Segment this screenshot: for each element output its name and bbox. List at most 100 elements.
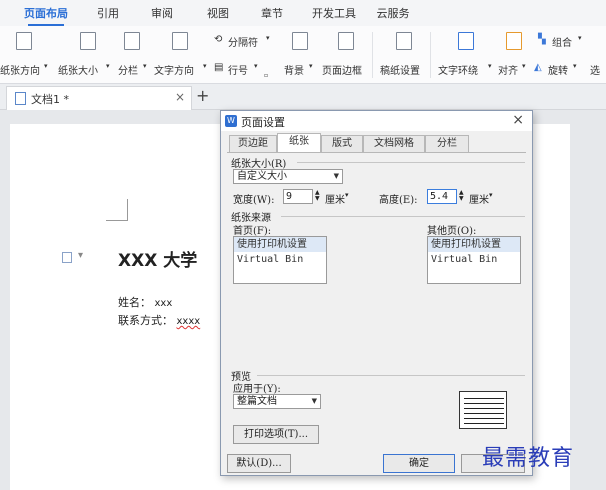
- page-setup-dialog: W 页面设置 × 页边距 纸张 版式 文档网格 分栏 纸张大小(R) 自定义大小…: [220, 110, 533, 476]
- list-item[interactable]: Virtual Bin: [234, 252, 326, 267]
- preview-line: [464, 398, 504, 399]
- tab-page-layout[interactable]: 页面布局: [20, 4, 72, 26]
- list-item[interactable]: 使用打印机设置: [428, 237, 520, 252]
- tab-cloud[interactable]: 云服务: [370, 4, 416, 24]
- chevron-down-icon: ▾: [573, 62, 577, 70]
- text-direction-icon[interactable]: [172, 32, 188, 50]
- manuscript-button[interactable]: 稿纸设置: [380, 62, 420, 77]
- chevron-down-icon[interactable]: ▾: [489, 191, 493, 199]
- tab-layout[interactable]: 版式: [321, 135, 363, 152]
- group-divider: [297, 162, 525, 163]
- ok-button[interactable]: 确定: [383, 454, 455, 473]
- contact-line: 联系方式： xxxx: [118, 312, 200, 328]
- first-page-label: 首页(F):: [233, 226, 272, 237]
- group-icon[interactable]: ▚: [538, 34, 546, 45]
- preview-line: [464, 418, 504, 419]
- dialog-title-bar[interactable]: W 页面设置 ×: [221, 111, 532, 131]
- chevron-down-icon: ▾: [254, 62, 258, 70]
- page-border-icon[interactable]: [338, 32, 354, 50]
- rotate-icon[interactable]: ◭: [534, 62, 542, 73]
- group-divider: [257, 375, 525, 376]
- tab-view[interactable]: 视图: [198, 4, 238, 24]
- first-page-list[interactable]: 使用打印机设置 Virtual Bin: [233, 236, 327, 284]
- columns-icon[interactable]: [124, 32, 140, 50]
- tab-margins[interactable]: 页边距: [229, 135, 277, 152]
- close-icon[interactable]: ×: [512, 112, 524, 128]
- dialog-launcher-icon[interactable]: ▫: [264, 72, 268, 79]
- rotate-button[interactable]: 旋转: [548, 62, 568, 77]
- text-direction-button[interactable]: 文字方向: [154, 62, 194, 77]
- align-icon[interactable]: [506, 32, 522, 50]
- line-number-button[interactable]: 行号: [228, 62, 248, 77]
- height-unit: 厘米: [469, 195, 489, 206]
- dialog-title: 页面设置: [241, 116, 285, 129]
- chevron-down-icon[interactable]: ▾: [266, 34, 270, 42]
- toolbar-divider: [430, 32, 431, 78]
- align-button[interactable]: 对齐: [498, 62, 518, 77]
- chevron-down-icon: ▾: [44, 62, 48, 70]
- apply-to-select[interactable]: 整篇文档 ▼: [233, 394, 321, 409]
- print-options-button[interactable]: 打印选项(T)...: [233, 425, 319, 444]
- tab-developer[interactable]: 开发工具: [306, 4, 362, 24]
- height-label: 高度(E):: [379, 195, 418, 206]
- tab-references[interactable]: 引用: [88, 4, 128, 24]
- tab-columns[interactable]: 分栏: [425, 135, 469, 152]
- close-icon[interactable]: ×: [175, 90, 185, 104]
- group-divider: [281, 216, 525, 217]
- app-logo-icon: W: [225, 115, 237, 127]
- chevron-down-icon[interactable]: ▾: [345, 191, 349, 199]
- text-wrap-icon[interactable]: [458, 32, 474, 50]
- preview-line: [464, 423, 504, 424]
- tab-review[interactable]: 审阅: [142, 4, 182, 24]
- chevron-down-icon: ▾: [522, 62, 526, 70]
- tab-chapter[interactable]: 章节: [252, 4, 292, 24]
- orientation-button[interactable]: 纸张方向: [0, 62, 40, 77]
- paper-size-button[interactable]: 纸张大小: [58, 62, 98, 77]
- apply-to-label: 应用于(Y):: [233, 384, 281, 395]
- chevron-down-icon: ▾: [143, 62, 147, 70]
- separator-button[interactable]: 分隔符: [228, 34, 258, 49]
- columns-button[interactable]: 分栏: [118, 62, 138, 77]
- chevron-down-icon: ▾: [488, 62, 492, 70]
- contact-label: 联系方式：: [118, 314, 173, 327]
- document-heading: XXX 大学: [118, 251, 198, 271]
- width-spinner-icon[interactable]: ▲ ▼: [315, 190, 323, 203]
- page-border-button[interactable]: 页面边框: [322, 62, 362, 77]
- paper-size-select[interactable]: 自定义大小 ▼: [233, 169, 343, 184]
- text-wrap-button[interactable]: 文字环绕: [438, 62, 478, 77]
- list-item[interactable]: Virtual Bin: [428, 252, 520, 267]
- chevron-down-icon[interactable]: ▾: [578, 34, 582, 42]
- chevron-down-icon: ▾: [309, 62, 313, 70]
- paragraph-handle-icon[interactable]: [62, 252, 72, 263]
- page-corner-mark: [106, 199, 128, 221]
- watermark-logo: 最需教育: [482, 446, 575, 471]
- background-icon[interactable]: [292, 32, 308, 50]
- height-spinner-icon[interactable]: ▲ ▼: [459, 190, 467, 203]
- chevron-down-icon[interactable]: ▾: [78, 250, 83, 261]
- background-button[interactable]: 背景: [284, 62, 304, 77]
- width-input[interactable]: 9: [283, 189, 313, 204]
- name-value: xxx: [154, 298, 173, 309]
- paper-size-value: 自定义大小: [237, 171, 287, 182]
- orientation-icon[interactable]: [16, 32, 32, 50]
- height-input[interactable]: 5.4: [427, 189, 457, 204]
- tab-doc-grid[interactable]: 文档网格: [363, 135, 425, 152]
- tab-paper[interactable]: 纸张: [277, 133, 321, 153]
- group-button[interactable]: 组合: [552, 34, 572, 49]
- new-tab-button[interactable]: +: [196, 86, 209, 105]
- preview-line: [464, 403, 504, 404]
- list-item[interactable]: 使用打印机设置: [234, 237, 326, 252]
- paper-size-icon[interactable]: [80, 32, 96, 50]
- other-pages-list[interactable]: 使用打印机设置 Virtual Bin: [427, 236, 521, 284]
- default-button[interactable]: 默认(D)...: [227, 454, 291, 473]
- apply-to-value: 整篇文档: [237, 396, 277, 407]
- chevron-down-icon: ▼: [333, 172, 339, 180]
- width-label: 宽度(W):: [233, 195, 275, 206]
- document-tab[interactable]: 文档1 * ×: [6, 86, 192, 110]
- document-tab-label: 文档1 *: [31, 93, 69, 106]
- manuscript-icon[interactable]: [396, 32, 412, 50]
- select-button[interactable]: 选: [590, 62, 600, 77]
- separator-icon[interactable]: ⟲: [214, 34, 222, 45]
- document-tab-bar: 文档1 * × +: [0, 84, 606, 110]
- line-number-icon[interactable]: ▤: [214, 62, 223, 73]
